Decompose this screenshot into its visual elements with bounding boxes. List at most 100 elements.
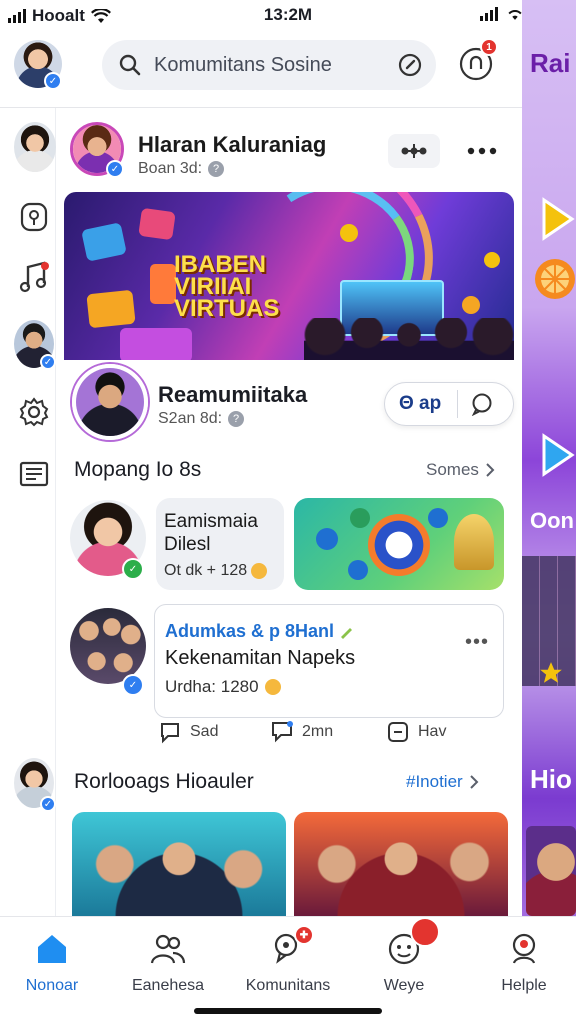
post-card[interactable]: Adumkas & p 8Hanl Kekenamitan Napeks Urd…: [154, 604, 504, 718]
emoji-face-icon: [251, 563, 268, 579]
home-icon: [38, 935, 66, 963]
comment-icon: [272, 721, 293, 743]
post-title: Kekenamitan Napeks: [165, 647, 356, 669]
action-comment-label: 2mn: [302, 723, 334, 740]
action-share[interactable]: Hav: [386, 720, 446, 744]
communities-badge-icon: ✚: [294, 925, 314, 945]
nav-watch-label: Weye: [383, 977, 425, 994]
gear-icon: [19, 397, 49, 427]
emoji-face-icon: [264, 679, 281, 695]
follow-message-pill[interactable]: Θ ap: [384, 382, 514, 426]
see-more-label: Somes: [426, 460, 479, 479]
nav-friends[interactable]: Eanehesa: [118, 927, 218, 995]
status-bar: Hooalt 13:2M: [0, 0, 576, 30]
page-title: Hlaran Kaluraniag: [138, 132, 327, 157]
info-icon: ?: [208, 161, 225, 177]
follow-button[interactable]: Θ ap: [399, 393, 441, 415]
newspaper-icon: [19, 461, 49, 487]
top-header: ✓ Komumitans Sosine 1: [0, 30, 522, 108]
profile-avatar[interactable]: [72, 364, 148, 440]
post-meta-text: Urdha: 1280: [165, 677, 259, 696]
more-options-button[interactable]: [460, 134, 504, 168]
hub-orbit-icon-3: [428, 508, 448, 528]
more-dots-icon: [467, 147, 497, 155]
peek-title-2: Oon: [530, 508, 574, 533]
rail-verified-badge-icon: ✓: [40, 354, 56, 370]
page-verified-badge-icon: ✓: [106, 160, 124, 178]
pill-divider: [457, 390, 459, 418]
search-input[interactable]: Komumitans Sosine: [154, 54, 332, 77]
home-indicator: [194, 1008, 382, 1014]
rail-music-button[interactable]: [14, 258, 54, 298]
profile-subtitle-text: S2an 8d:: [158, 410, 223, 427]
section-title-1: Mopang Io 8s: [74, 458, 202, 481]
play-icon: [542, 197, 575, 241]
star-icon: [540, 662, 562, 683]
post-author[interactable]: Adumkas & p 8Hanl: [165, 621, 354, 642]
trophy-icon: [454, 514, 494, 570]
profile-subtitle: S2an 8d: ?: [158, 410, 245, 428]
peek-person-photo: [526, 826, 576, 916]
video-thumbnail-2[interactable]: [294, 812, 508, 916]
feature-card-meta-text: Ot dk + 128: [164, 562, 248, 579]
pencil-icon: [341, 627, 353, 639]
nav-home[interactable]: Nonoar: [2, 927, 102, 995]
search-bar[interactable]: Komumitans Sosine: [102, 40, 436, 90]
video-thumbnail-1[interactable]: [72, 812, 286, 916]
rail-location-button[interactable]: [14, 198, 54, 238]
action-like-label: Sad: [190, 723, 219, 740]
search-icon: [119, 54, 141, 76]
share-button[interactable]: [388, 134, 440, 168]
section-2-link-label: #Inotier: [406, 772, 463, 791]
nav-friends-label: Eanehesa: [131, 977, 205, 994]
chat-icon: [161, 723, 179, 744]
page-subtitle: Boan 3d: ?: [138, 160, 225, 178]
nav-communities[interactable]: ✚ Komunitans: [238, 925, 338, 995]
orange-slice-icon: [535, 259, 575, 299]
action-comment[interactable]: 2mn: [270, 720, 333, 744]
action-like[interactable]: Sad: [158, 720, 218, 744]
peek-title-1: Rai: [530, 48, 571, 78]
share-nodes-icon: [401, 144, 427, 158]
chevron-right-icon: [486, 463, 495, 477]
hub-orbit-icon-2: [350, 508, 370, 528]
post-more-button[interactable]: •••: [465, 631, 489, 654]
info-icon: ?: [228, 411, 245, 427]
rail-news-button[interactable]: [14, 454, 54, 494]
banner-game-tile-2: [138, 207, 176, 241]
game-hub-card[interactable]: [294, 498, 504, 590]
banner-game-tile: [81, 222, 127, 262]
profile-card[interactable]: Reamumiitaka S2an 8d: ? Θ ap: [64, 360, 514, 442]
section-2-link[interactable]: #Inotier: [406, 772, 479, 792]
rail-avatar-1[interactable]: [14, 122, 56, 172]
nav-help[interactable]: Helple: [474, 927, 574, 995]
event-banner[interactable]: IBABEN VIRIIAI VIRTUAS: [64, 192, 514, 374]
group-avatar[interactable]: [70, 608, 146, 684]
nav-help-label: Helple: [501, 977, 547, 994]
post-meta: Urdha: 1280: [165, 677, 281, 697]
feature-card-line-2: Dilesl: [164, 534, 211, 555]
user-help-icon: [512, 933, 536, 964]
banner-game-tile-5: [120, 328, 192, 362]
post-author-text: Adumkas & p 8Hanl: [165, 621, 335, 641]
banner-coin-3: [462, 296, 480, 314]
see-more-link[interactable]: Somes: [426, 460, 495, 480]
location-pin-icon: [20, 202, 48, 232]
feature-card[interactable]: Eamismaia Dilesl Ot dk + 128: [156, 498, 284, 590]
next-page-peek[interactable]: Rai Oon Hio: [522, 0, 576, 1024]
banner-headline: IBABEN VIRIIAI VIRTUAS: [174, 253, 280, 322]
rail-settings-button[interactable]: [14, 392, 54, 432]
compass-icon[interactable]: [398, 53, 422, 77]
nav-watch[interactable]: Weye: [354, 917, 454, 995]
rail-verified-badge-icon-2: ✓: [40, 796, 56, 812]
chevron-right-icon: [469, 775, 479, 789]
action-share-label: Hav: [418, 723, 447, 740]
post-actions: Sad 2mn Hav: [154, 720, 504, 750]
feature-card-line-1: Eamismaia: [164, 511, 258, 532]
play-icon-blue: [542, 433, 575, 477]
left-rail: ✓ ✓: [0, 108, 56, 916]
hub-orbit-icon-4: [348, 560, 368, 580]
banner-line-3: VIRTUAS: [174, 295, 280, 322]
section-title-2: Rorlooags Hioauler: [74, 770, 254, 793]
chat-bubble-icon[interactable]: [470, 392, 494, 416]
